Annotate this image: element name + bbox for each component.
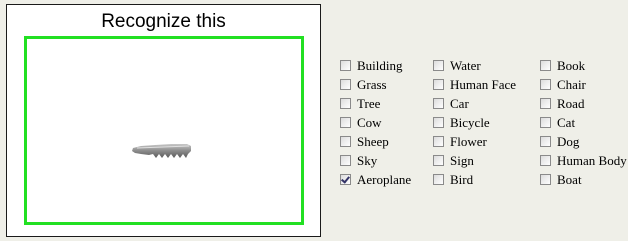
category-label: Sign — [450, 153, 474, 168]
category-checkbox[interactable] — [540, 174, 551, 185]
category-option[interactable]: Car — [433, 94, 516, 113]
viewer-title: Recognize this — [101, 11, 226, 32]
category-option[interactable]: Book — [540, 56, 627, 75]
category-label: Road — [557, 96, 585, 111]
image-frame — [24, 36, 304, 225]
category-label: Flower — [450, 134, 487, 149]
category-label: Building — [357, 58, 403, 73]
category-checkbox[interactable] — [433, 117, 444, 128]
category-option[interactable]: Aeroplane — [340, 170, 411, 189]
category-option[interactable]: Human Face — [433, 75, 516, 94]
category-option[interactable]: Building — [340, 56, 411, 75]
category-checkbox[interactable] — [340, 98, 351, 109]
category-checkbox[interactable] — [340, 174, 351, 185]
category-option[interactable]: Bird — [433, 170, 516, 189]
image-viewer-panel: Recognize this — [6, 4, 321, 237]
segmented-object-image — [132, 144, 191, 158]
category-label: Tree — [357, 96, 381, 111]
category-checkbox[interactable] — [540, 117, 551, 128]
category-checkbox[interactable] — [540, 79, 551, 90]
category-label: Grass — [357, 77, 387, 92]
category-option[interactable]: Tree — [340, 94, 411, 113]
category-label: Car — [450, 96, 469, 111]
category-column-2: Water Human Face Car Bicycle Flower Sign Bird — [433, 56, 516, 189]
category-checkbox[interactable] — [433, 79, 444, 90]
category-label: Aeroplane — [357, 172, 412, 187]
category-checkbox[interactable] — [433, 174, 444, 185]
category-label: Book — [557, 58, 586, 73]
category-column-1: Building Grass Tree Cow Sheep Sky Aeroplane — [340, 56, 411, 189]
category-option[interactable]: Chair — [540, 75, 627, 94]
category-checkbox[interactable] — [340, 60, 351, 71]
category-checkbox[interactable] — [433, 60, 444, 71]
category-checkbox[interactable] — [340, 117, 351, 128]
category-option[interactable]: Dog — [540, 132, 627, 151]
recognition-app: Recognize this Building Grass Tree Cow Sheep… — [0, 0, 628, 241]
category-label: Cow — [357, 115, 382, 130]
category-option[interactable]: Human Body — [540, 151, 627, 170]
category-option[interactable]: Cow — [340, 113, 411, 132]
category-checkbox[interactable] — [433, 98, 444, 109]
category-option[interactable]: Flower — [433, 132, 516, 151]
category-label: Chair — [557, 77, 586, 92]
category-label: Bird — [450, 172, 474, 187]
category-checkbox[interactable] — [540, 155, 551, 166]
category-checkbox[interactable] — [540, 98, 551, 109]
category-option[interactable]: Sign — [433, 151, 516, 170]
category-checkbox[interactable] — [340, 136, 351, 147]
category-option[interactable]: Sheep — [340, 132, 411, 151]
category-label: Cat — [557, 115, 576, 130]
category-label: Water — [450, 58, 481, 73]
category-option[interactable]: Water — [433, 56, 516, 75]
category-option[interactable]: Cat — [540, 113, 627, 132]
category-label: Sky — [357, 153, 378, 168]
category-label: Bicycle — [450, 115, 490, 130]
category-checkbox[interactable] — [540, 136, 551, 147]
category-checkbox[interactable] — [433, 136, 444, 147]
category-option[interactable]: Road — [540, 94, 627, 113]
category-option[interactable]: Sky — [340, 151, 411, 170]
category-checkbox[interactable] — [340, 79, 351, 90]
category-label: Dog — [557, 134, 580, 149]
category-label: Sheep — [357, 134, 389, 149]
category-option[interactable]: Boat — [540, 170, 627, 189]
category-option[interactable]: Grass — [340, 75, 411, 94]
category-checkbox[interactable] — [340, 155, 351, 166]
category-label: Boat — [557, 172, 582, 187]
category-column-3: Book Chair Road Cat Dog Human Body Boat — [540, 56, 627, 189]
category-checkbox[interactable] — [540, 60, 551, 71]
category-label: Human Face — [450, 77, 517, 92]
category-checkbox[interactable] — [433, 155, 444, 166]
category-option[interactable]: Bicycle — [433, 113, 516, 132]
category-label: Human Body — [557, 153, 627, 168]
